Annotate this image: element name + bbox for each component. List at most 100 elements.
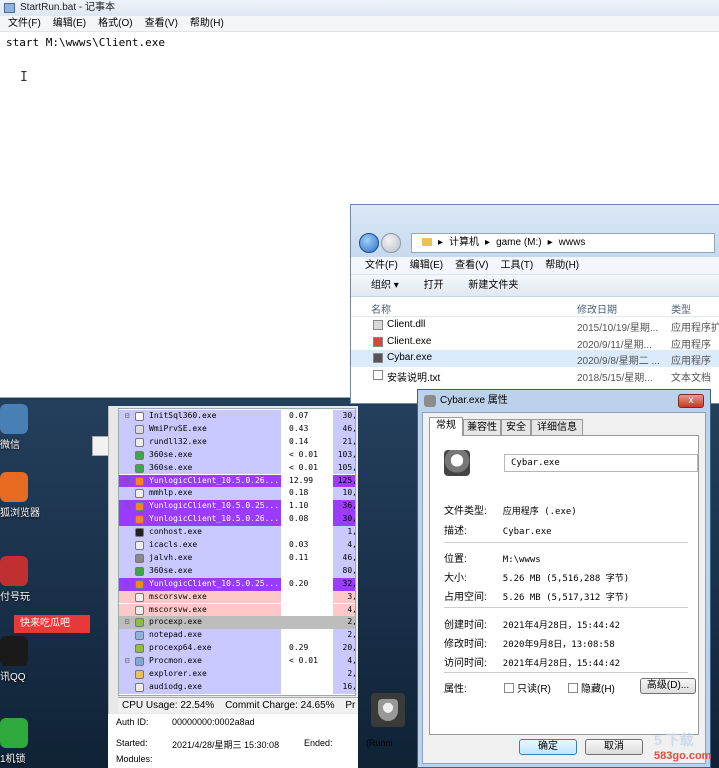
open-button[interactable]: 打开 (424, 280, 444, 291)
process-row[interactable]: explorer.exe 2, (119, 668, 355, 681)
process-row[interactable]: YunlogicClient_10.5.0.26... 0.08 30, (119, 513, 355, 527)
breadcrumb-item[interactable]: game (M:) (496, 237, 542, 248)
process-memory: 10, (342, 488, 356, 498)
file-row[interactable]: Client.exe 2020/9/11/星期... 应用程序 (351, 334, 719, 351)
process-row[interactable]: ⊟ Procmon.exe < 0.01 4, (119, 655, 355, 668)
readonly-checkbox[interactable]: 只读(R) (504, 680, 551, 695)
process-row[interactable]: ⊟ InitSql360.exe 0.07 30, (119, 410, 355, 423)
process-row[interactable]: ⊟ YunlogicClient_10.5.0.25... 1.10 36, (119, 500, 355, 514)
process-icon (135, 592, 144, 602)
ok-button[interactable]: 确定 (519, 739, 577, 755)
process-row[interactable]: 360se.exe < 0.01 105, (119, 461, 355, 475)
process-row[interactable]: mscorsvw.exe 3, (119, 590, 355, 604)
process-row[interactable]: procexp64.exe 0.29 20, (119, 642, 355, 656)
desktop-icon[interactable]: 付号玩 (0, 556, 36, 603)
notepad-menu-item[interactable]: 查看(V) (145, 18, 178, 29)
process-row[interactable]: mmhlp.exe 0.18 10, (119, 487, 356, 501)
file-row[interactable]: 安装说明.txt 2018/5/15/星期... 文本文档 (351, 367, 719, 384)
notepad-menu-item[interactable]: 格式(O) (98, 18, 132, 29)
explorer-menu-item[interactable]: 帮助(H) (545, 260, 579, 271)
organize-button[interactable]: 组织 ▾ (371, 280, 399, 291)
hidden-checkbox[interactable]: 隐藏(H) (568, 680, 615, 695)
file-row[interactable]: Client.dll 2015/10/19/星期... 应用程序扩 (351, 317, 719, 334)
file-date: 2020/9/8/星期二 ... (577, 356, 660, 367)
file-type-row: 文件类型: 应用程序 (.exe) (444, 502, 577, 517)
back-button[interactable] (359, 233, 379, 253)
properties-title-bar[interactable]: Cybar.exe 属性 x (418, 390, 710, 412)
process-list[interactable]: ⊟ InitSql360.exe 0.07 30, WmiPrvSE.exe 0.43 46… (118, 408, 356, 696)
process-icon (135, 450, 144, 460)
process-memory: 125, (337, 475, 356, 485)
advanced-button[interactable]: 高级(D)... (640, 678, 696, 694)
explorer-menu-item[interactable]: 文件(F) (365, 260, 398, 271)
auth-id-value: 00000000:0002a8ad (172, 717, 255, 727)
desktop-icon[interactable]: 微信 (0, 404, 36, 451)
explorer-window: ▸ 计算机 ▸ game (M:) ▸ wwws 文件(F) 编辑(E) 查看(V) 工具(T)… (350, 204, 719, 404)
desktop-icon[interactable]: 1机锁 (0, 718, 36, 765)
new-folder-button[interactable]: 新建文件夹 (468, 280, 518, 291)
tab-security[interactable]: 安全 (501, 419, 531, 435)
file-name-field[interactable]: Cybar.exe (504, 454, 698, 472)
desktop-icon[interactable]: 狐浏览器 (0, 472, 40, 519)
column-date[interactable]: 修改日期 (577, 301, 617, 316)
process-row[interactable]: ⊟ YunlogicClient_10.5.0.25... 0.20 32, (119, 577, 355, 591)
column-type[interactable]: 类型 (671, 301, 691, 316)
notepad-menu-item[interactable]: 编辑(E) (53, 18, 86, 29)
process-row[interactable]: icacls.exe 0.03 4, (119, 539, 355, 552)
process-row[interactable]: jalvh.exe 0.11 46, (119, 551, 355, 565)
forward-button[interactable] (381, 233, 401, 253)
watermark-line1: 5 下载 (654, 732, 694, 748)
notepad-menu-item[interactable]: 帮助(H) (190, 18, 224, 29)
explorer-menu-item[interactable]: 工具(T) (500, 260, 533, 271)
tab-details[interactable]: 详细信息 (531, 419, 583, 435)
cybar-taskbar-icon[interactable] (371, 693, 405, 727)
address-bar[interactable]: ▸ 计算机 ▸ game (M:) ▸ wwws (411, 233, 715, 253)
explorer-nav-bar: ▸ 计算机 ▸ game (M:) ▸ wwws (351, 205, 719, 257)
tree-toggle-icon[interactable]: ⊟ (123, 655, 131, 668)
tree-toggle-icon[interactable]: ⊟ (123, 475, 131, 488)
process-name: conhost.exe (149, 527, 202, 537)
process-row[interactable]: 360se.exe 80, (119, 564, 355, 578)
tab-general[interactable]: 常规 (429, 417, 463, 436)
notepad-menu-item[interactable]: 文件(F) (8, 18, 41, 29)
process-row[interactable]: audiodg.exe 16, (119, 680, 356, 694)
process-memory: 16, (342, 681, 356, 691)
process-cpu (281, 629, 333, 643)
process-row[interactable]: rundll32.exe 0.14 21, (119, 435, 355, 449)
breadcrumb-item[interactable]: 计算机 (449, 237, 479, 248)
process-name: WmiPrvSE.exe (149, 423, 207, 433)
notepad-text-area[interactable]: start M:\wwws\Client.exe (0, 32, 719, 53)
process-row[interactable]: notepad.exe 2, (119, 629, 355, 643)
tree-toggle-icon[interactable]: ⊟ (123, 616, 131, 629)
process-row[interactable]: mscorsvw.exe 4, (119, 603, 355, 617)
process-row[interactable]: conhost.exe 1, (119, 526, 355, 539)
process-name: YunlogicClient_10.5.0.25... (149, 501, 279, 511)
process-cpu: 0.18 (281, 487, 333, 501)
process-row[interactable]: 360se.exe < 0.01 103, (119, 448, 355, 462)
tree-toggle-icon[interactable]: ⊟ (123, 410, 131, 423)
explorer-menu-item[interactable]: 查看(V) (455, 260, 488, 271)
process-icon (135, 579, 144, 589)
process-cpu: 0.20 (281, 577, 333, 591)
column-name[interactable]: 名称 (371, 301, 391, 316)
file-type: 应用程序 (671, 339, 711, 351)
file-row[interactable]: Cybar.exe 2020/9/8/星期二 ... 应用程序 (351, 350, 719, 367)
tab-compatibility[interactable]: 兼容性 (463, 419, 501, 435)
desktop-icon[interactable]: 讯QQ (0, 636, 36, 683)
properties-dialog: Cybar.exe 属性 x 常规 兼容性 安全 详细信息 Cybar.exe … (417, 389, 711, 768)
process-row[interactable]: WmiPrvSE.exe 0.43 46, (119, 422, 356, 436)
process-row[interactable]: ⊟ YunlogicClient_10.5.0.26... 12.99 125, (119, 474, 356, 488)
explorer-menu-item[interactable]: 编辑(E) (410, 260, 443, 271)
process-name: YunlogicClient_10.5.0.26... (149, 514, 279, 524)
tree-toggle-icon[interactable]: ⊟ (123, 578, 131, 591)
modified-row: 修改时间: 2020年9月8日，13:08:58 (444, 635, 615, 650)
tree-toggle-icon[interactable]: ⊟ (123, 500, 131, 513)
notepad-title-bar[interactable]: StartRun.bat - 记事本 (0, 0, 719, 16)
process-icon (135, 463, 144, 473)
breadcrumb-item[interactable]: wwws (559, 237, 586, 248)
process-memory: 4, (347, 540, 355, 549)
process-memory: 46, (342, 423, 356, 433)
size-value: 5.26 MB (5,516,288 字节) (502, 574, 630, 584)
process-row[interactable]: ⊟ procexp.exe 2, (119, 616, 355, 630)
close-button[interactable]: x (678, 394, 704, 408)
